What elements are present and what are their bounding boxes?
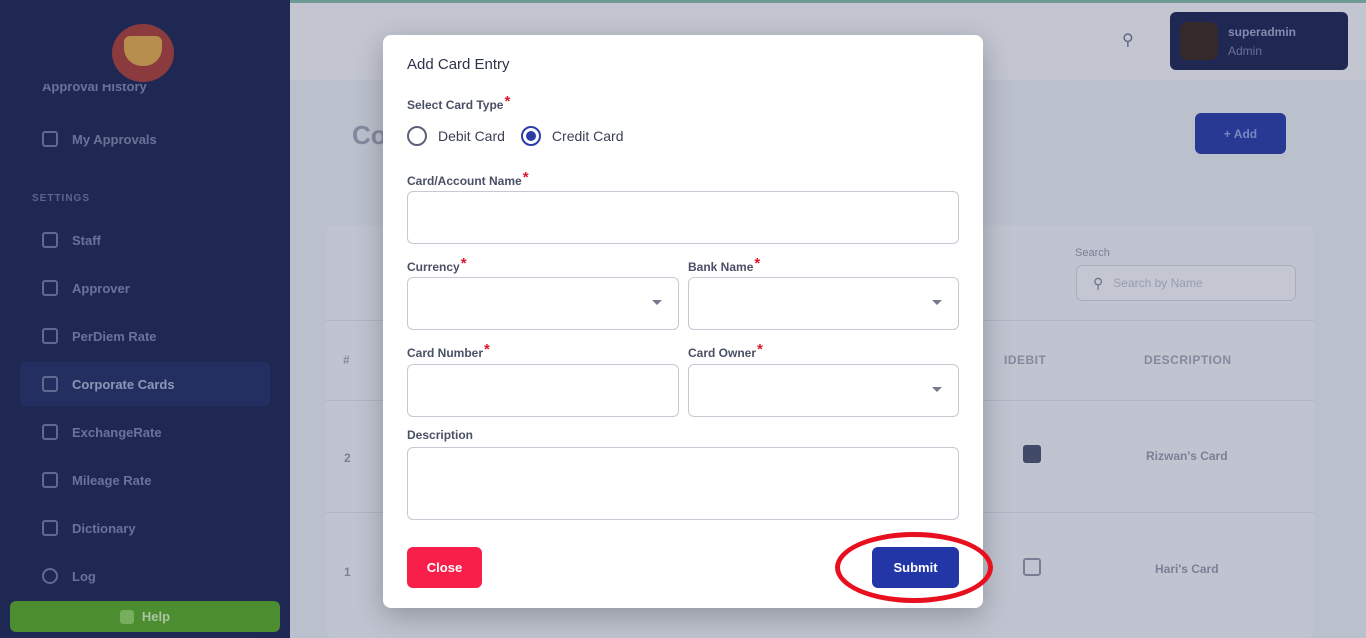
radio-checked-icon <box>520 126 541 146</box>
description-label: Description <box>407 428 474 442</box>
radio-unchecked-icon <box>407 126 427 146</box>
currency-label-text: Currency <box>407 260 460 274</box>
required-marker: * <box>504 93 511 110</box>
required-marker: * <box>522 169 529 186</box>
radio-label: Credit Card <box>551 128 624 144</box>
chevron-down-icon <box>932 387 942 392</box>
submit-button[interactable]: Submit <box>872 547 959 588</box>
card-number-input[interactable] <box>407 364 679 417</box>
required-marker: * <box>460 255 467 272</box>
chevron-down-icon <box>652 300 662 305</box>
bank-name-select[interactable] <box>688 277 959 330</box>
card-owner-label: Card Owner* <box>688 341 763 361</box>
card-type-label-text: Select Card Type <box>407 98 504 112</box>
account-name-label-text: Card/Account Name <box>407 174 522 188</box>
card-type-radio-group: Debit Card Credit Card <box>407 126 640 146</box>
debit-card-radio[interactable]: Debit Card <box>407 126 505 146</box>
card-number-label: Card Number* <box>407 341 490 361</box>
account-name-label: Card/Account Name* <box>407 169 529 189</box>
required-marker: * <box>757 341 763 358</box>
currency-select[interactable] <box>407 277 679 330</box>
currency-label: Currency* <box>407 255 467 275</box>
card-type-label: Select Card Type* <box>407 93 511 113</box>
add-card-entry-dialog: Add Card Entry Select Card Type* Debit C… <box>383 35 983 608</box>
card-owner-label-text: Card Owner <box>688 346 757 360</box>
bank-name-label: Bank Name* <box>688 255 761 275</box>
dialog-title: Add Card Entry <box>407 56 510 73</box>
radio-label: Debit Card <box>438 128 505 144</box>
description-textarea[interactable] <box>407 447 959 520</box>
required-marker: * <box>754 255 761 272</box>
credit-card-radio[interactable]: Credit Card <box>520 126 624 146</box>
close-button[interactable]: Close <box>407 547 482 588</box>
chevron-down-icon <box>932 300 942 305</box>
card-owner-select[interactable] <box>688 364 959 417</box>
bank-name-label-text: Bank Name <box>688 260 754 274</box>
required-marker: * <box>484 341 490 358</box>
account-name-input[interactable] <box>407 191 959 244</box>
card-number-label-text: Card Number <box>407 346 484 360</box>
